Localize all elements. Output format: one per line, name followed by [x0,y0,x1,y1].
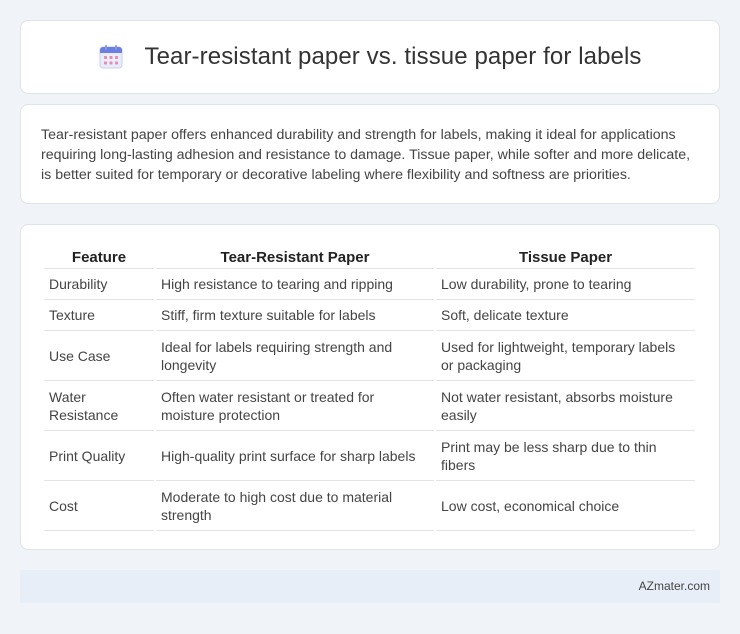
table-row: Water Resistance Often water resistant o… [44,381,695,431]
table-row: Cost Moderate to high cost due to materi… [44,481,695,531]
tear-resistant-cell: High-quality print surface for sharp lab… [156,431,434,481]
footer-bar: AZmater.com [20,570,720,603]
column-header-tear-resistant: Tear-Resistant Paper [156,245,434,269]
feature-cell: Use Case [44,331,154,381]
tear-resistant-cell: Often water resistant or treated for moi… [156,381,434,431]
table-row: Print Quality High-quality print surface… [44,431,695,481]
feature-cell: Water Resistance [44,381,154,431]
comparison-table-card: Feature Tear-Resistant Paper Tissue Pape… [20,224,720,550]
title-card: Tear-resistant paper vs. tissue paper fo… [20,20,720,94]
tissue-cell: Soft, delicate texture [436,300,695,331]
summary-card: Tear-resistant paper offers enhanced dur… [20,104,720,204]
table-row: Texture Stiff, firm texture suitable for… [44,300,695,331]
tear-resistant-cell: Stiff, firm texture suitable for labels [156,300,434,331]
feature-cell: Texture [44,300,154,331]
feature-cell: Print Quality [44,431,154,481]
column-header-tissue: Tissue Paper [436,245,695,269]
table-header-row: Feature Tear-Resistant Paper Tissue Pape… [44,245,695,269]
tear-resistant-cell: Moderate to high cost due to material st… [156,481,434,531]
summary-text: Tear-resistant paper offers enhanced dur… [41,127,691,183]
calendar-icon [98,44,124,70]
comparison-table: Feature Tear-Resistant Paper Tissue Pape… [42,245,697,531]
footer-brand[interactable]: AZmater.com [639,579,710,593]
table-row: Durability High resistance to tearing an… [44,269,695,300]
tissue-cell: Used for lightweight, temporary labels o… [436,331,695,381]
tissue-cell: Low cost, economical choice [436,481,695,531]
feature-cell: Cost [44,481,154,531]
table-row: Use Case Ideal for labels requiring stre… [44,331,695,381]
tear-resistant-cell: High resistance to tearing and ripping [156,269,434,300]
tear-resistant-cell: Ideal for labels requiring strength and … [156,331,434,381]
tissue-cell: Not water resistant, absorbs moisture ea… [436,381,695,431]
tissue-cell: Low durability, prone to tearing [436,269,695,300]
feature-cell: Durability [44,269,154,300]
page-title: Tear-resistant paper vs. tissue paper fo… [144,43,642,70]
tissue-cell: Print may be less sharp due to thin fibe… [436,431,695,481]
column-header-feature: Feature [44,245,154,269]
